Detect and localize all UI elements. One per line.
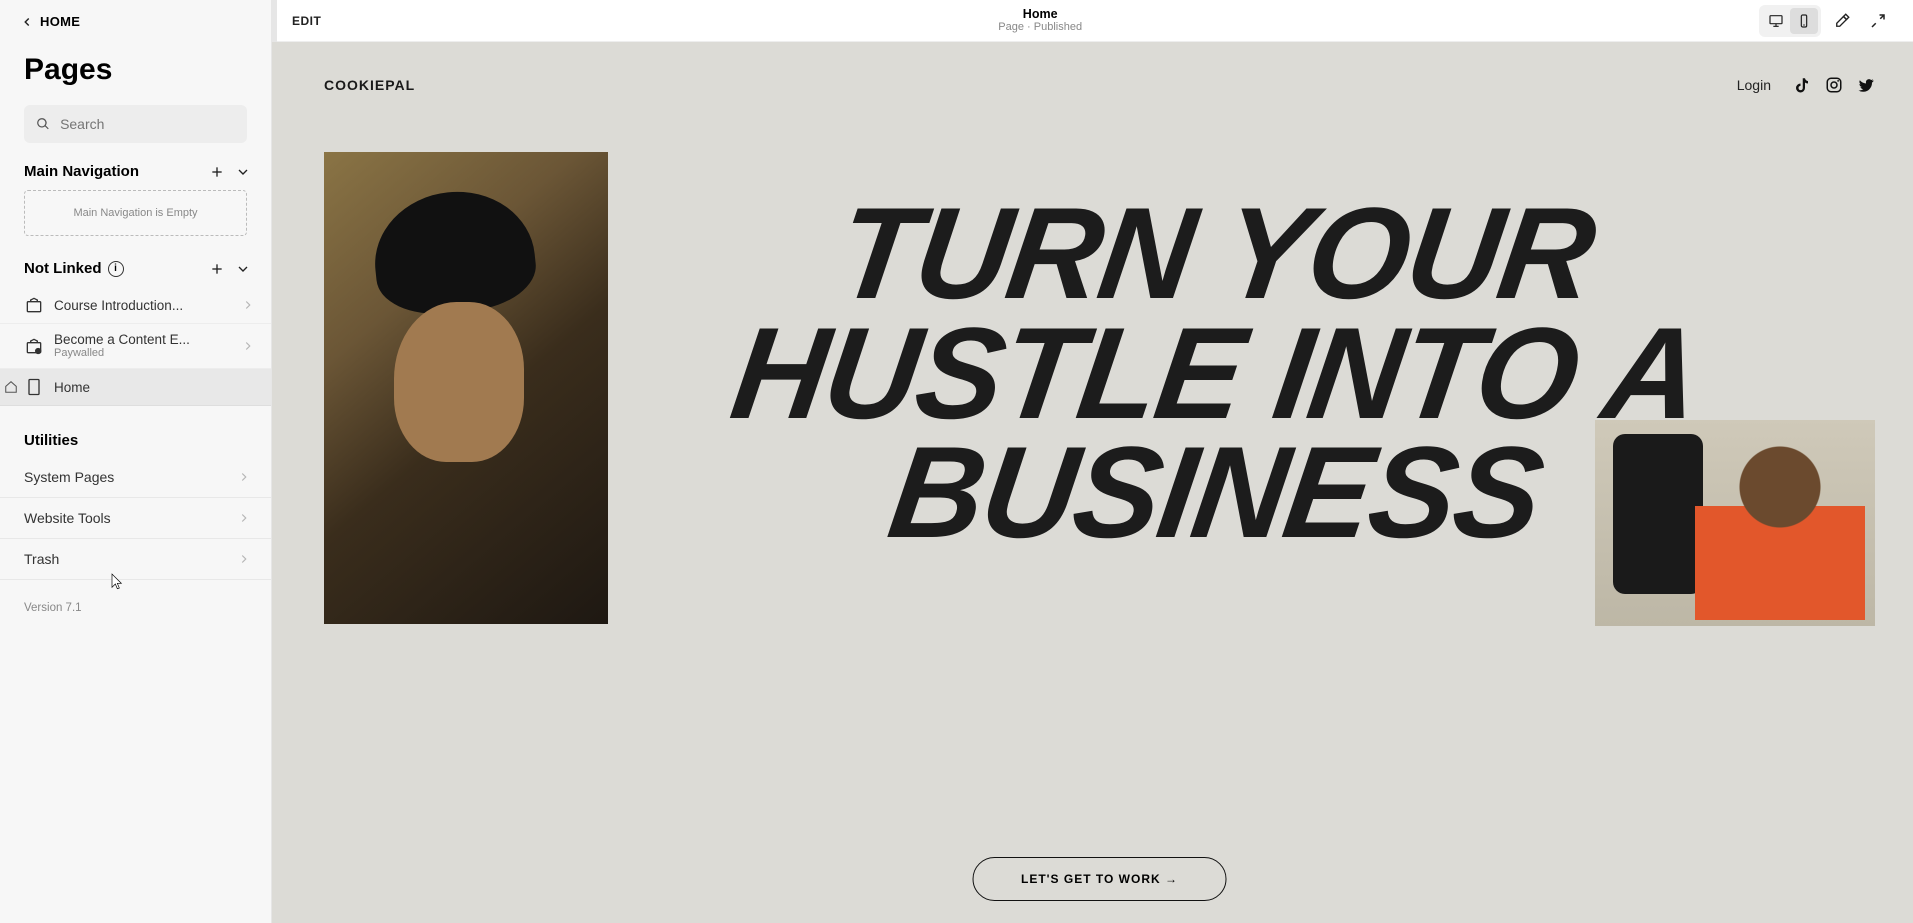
back-label: HOME — [40, 14, 80, 29]
site-brand[interactable]: COOKIEPAL — [324, 77, 415, 93]
mobile-preview-button[interactable] — [1790, 8, 1818, 34]
util-trash[interactable]: Trash — [0, 539, 271, 580]
back-to-home[interactable]: HOME — [0, 0, 271, 39]
paintbrush-icon — [1833, 12, 1851, 30]
expand-icon — [1869, 12, 1887, 30]
chevron-right-icon — [237, 470, 251, 484]
course-icon — [24, 295, 44, 315]
page-title: Home — [998, 7, 1082, 21]
desktop-preview-button[interactable] — [1762, 8, 1790, 34]
topbar-title-group: Home Page · Published — [998, 7, 1082, 34]
add-not-linked-icon[interactable] — [209, 261, 225, 277]
instagram-icon[interactable] — [1825, 76, 1843, 94]
page-item-become-content[interactable]: Become a Content E... Paywalled — [0, 324, 271, 369]
hero-image-right — [1595, 420, 1875, 626]
style-editor-button[interactable] — [1827, 6, 1857, 36]
site-header: COOKIEPAL Login — [324, 76, 1875, 94]
desktop-icon — [1768, 13, 1784, 29]
main-area: EDIT Home Page · Published — [272, 0, 1913, 923]
expand-button[interactable] — [1863, 6, 1893, 36]
chevron-right-icon — [237, 552, 251, 566]
chevron-left-icon — [20, 15, 34, 29]
topbar: EDIT Home Page · Published — [272, 0, 1913, 42]
collapse-icon[interactable] — [235, 164, 251, 180]
tiktok-icon[interactable] — [1793, 76, 1811, 94]
paywalled-course-icon — [24, 336, 44, 356]
search-icon — [36, 116, 50, 132]
sidebar-title: Pages — [0, 39, 271, 105]
page-item-course-intro[interactable]: Course Introduction... — [0, 287, 271, 324]
not-linked-header: Not Linked i — [0, 260, 271, 277]
edit-button[interactable]: EDIT — [292, 14, 321, 28]
home-indicator-icon — [4, 380, 18, 394]
page-sublabel: Paywalled — [54, 347, 231, 360]
main-nav-empty[interactable]: Main Navigation is Empty — [24, 190, 247, 236]
headline-line-1: TURN YOUR — [548, 194, 1884, 314]
util-system-pages[interactable]: System Pages — [0, 457, 271, 498]
login-link[interactable]: Login — [1737, 77, 1771, 93]
mobile-icon — [1796, 13, 1812, 29]
utilities-label: Utilities — [0, 406, 271, 457]
util-label: System Pages — [24, 469, 114, 485]
chevron-right-icon — [237, 511, 251, 525]
util-label: Website Tools — [24, 510, 111, 526]
page-label: Become a Content E... — [54, 332, 190, 347]
page-item-home[interactable]: Home — [0, 369, 271, 406]
sidebar: HOME Pages Main Navigation Main Navigati… — [0, 0, 272, 923]
collapse-not-linked-icon[interactable] — [235, 261, 251, 277]
page-label: Home — [54, 380, 255, 395]
hero-section: TURN YOUR HUSTLE INTO A BUSINESS LET'S G… — [324, 152, 1875, 913]
chevron-right-icon — [241, 339, 255, 353]
page-icon — [24, 377, 44, 397]
headline-line-2: HUSTLE INTO A — [548, 314, 1884, 434]
page-status: Page · Published — [998, 21, 1082, 34]
search-container[interactable] — [24, 105, 247, 143]
util-label: Trash — [24, 551, 59, 567]
search-input[interactable] — [60, 116, 235, 132]
not-linked-label: Not Linked — [24, 260, 102, 277]
preview-canvas[interactable]: COOKIEPAL Login TURN YOUR HUSTLE INTO A … — [272, 42, 1913, 923]
add-page-icon[interactable] — [209, 164, 225, 180]
info-icon[interactable]: i — [108, 261, 124, 277]
twitter-icon[interactable] — [1857, 76, 1875, 94]
util-website-tools[interactable]: Website Tools — [0, 498, 271, 539]
social-icons — [1793, 76, 1875, 94]
device-preview-group — [1759, 5, 1821, 37]
version-label: Version 7.1 — [0, 580, 271, 636]
chevron-right-icon — [241, 298, 255, 312]
page-label: Course Introduction... — [54, 298, 231, 313]
main-nav-label: Main Navigation — [24, 163, 139, 180]
cta-button[interactable]: LET'S GET TO WORK → — [972, 857, 1227, 901]
main-nav-header: Main Navigation — [0, 163, 271, 180]
